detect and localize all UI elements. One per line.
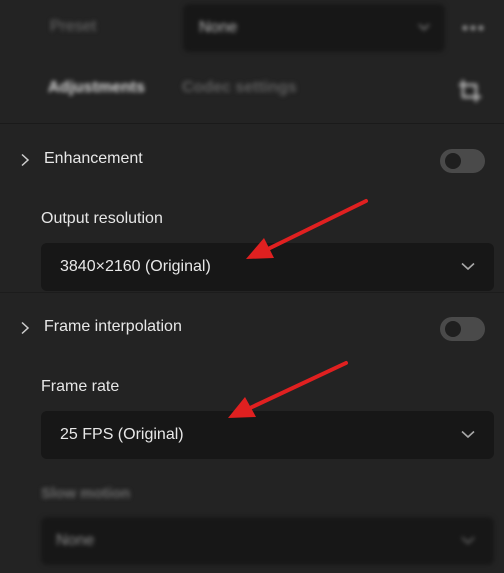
slow-motion-label: Slow motion: [41, 485, 131, 502]
frame-interpolation-section-header[interactable]: Frame interpolation: [0, 310, 504, 346]
crop-icon[interactable]: [456, 77, 484, 110]
output-resolution-label: Output resolution: [41, 210, 163, 227]
frame-rate-label: Frame rate: [41, 378, 120, 395]
video-settings-panel: Preset None Adjustments Codec settings E…: [0, 0, 504, 573]
output-resolution-dropdown[interactable]: 3840×2160 (Original): [41, 243, 494, 291]
frame-interpolation-title: Frame interpolation: [44, 318, 182, 335]
slow-motion-value: None: [56, 532, 95, 549]
frame-rate-value: 25 FPS (Original): [60, 426, 184, 443]
enhancement-title: Enhancement: [44, 150, 143, 167]
more-icon[interactable]: [461, 20, 485, 36]
tab-adjustments[interactable]: Adjustments: [48, 79, 145, 97]
slow-motion-dropdown[interactable]: None: [41, 517, 494, 565]
chevron-right-icon[interactable]: [19, 321, 31, 340]
divider: [0, 123, 504, 124]
toggle-knob: [445, 321, 461, 337]
chevron-down-icon: [460, 533, 476, 552]
divider: [0, 292, 504, 293]
preset-value: None: [199, 19, 238, 36]
chevron-down-icon: [460, 427, 476, 446]
output-resolution-value: 3840×2160 (Original): [60, 258, 211, 275]
enhancement-toggle[interactable]: [440, 149, 485, 173]
annotation-arrow-icon: [228, 361, 348, 418]
preset-label: Preset: [50, 18, 97, 35]
chevron-down-icon: [460, 259, 476, 278]
preset-dropdown[interactable]: None: [183, 4, 445, 52]
frame-interpolation-toggle[interactable]: [440, 317, 485, 341]
tab-codec-settings[interactable]: Codec settings: [182, 79, 297, 97]
enhancement-section-header[interactable]: Enhancement: [0, 142, 504, 178]
chevron-right-icon[interactable]: [19, 153, 31, 172]
chevron-down-icon: [417, 20, 431, 39]
frame-rate-dropdown[interactable]: 25 FPS (Original): [41, 411, 494, 459]
toggle-knob: [445, 153, 461, 169]
